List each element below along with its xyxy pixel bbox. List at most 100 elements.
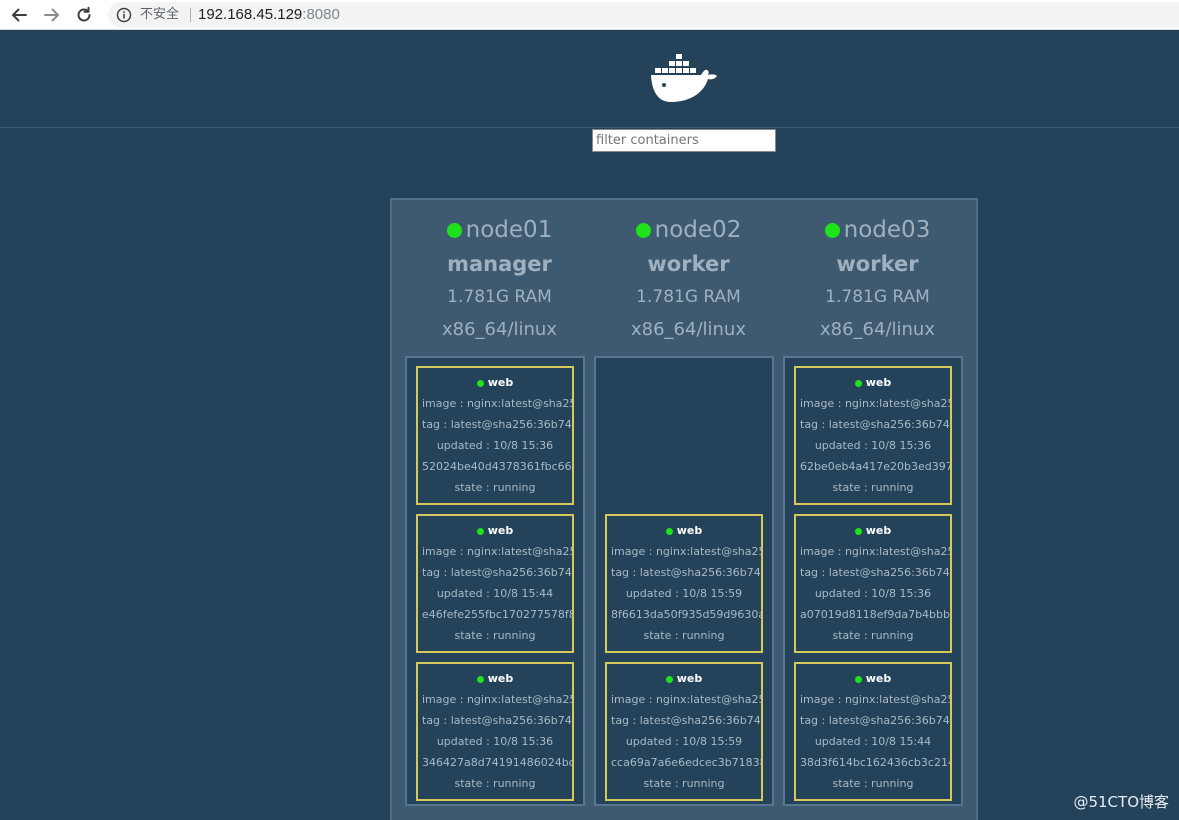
swarm-cluster: node01 manager 1.781G RAM x86_64/linux w… xyxy=(390,198,978,820)
container-id: a07019d8118ef9da7b4bbb xyxy=(800,608,950,621)
node-column-node02: node02 worker 1.781G RAM x86_64/linux we… xyxy=(594,212,783,806)
container-id: 38d3f614bc162436cb3c214 xyxy=(800,756,950,769)
container-stack: web image : nginx:latest@sha256: tag : l… xyxy=(405,356,585,806)
container-state: state : running xyxy=(832,777,914,790)
container-updated: updated : 10/8 15:44 xyxy=(814,735,932,748)
back-button[interactable] xyxy=(7,3,31,27)
forward-button[interactable] xyxy=(40,3,64,27)
container-state: state : running xyxy=(832,629,914,642)
node-role: manager xyxy=(447,252,552,276)
container-tag: tag : latest@sha256:36b744 xyxy=(800,714,950,727)
browser-toolbar: 不安全 192.168.45.129:8080 xyxy=(0,0,1179,30)
container-status-dot xyxy=(476,527,484,535)
container-updated: updated : 10/8 15:36 xyxy=(814,587,932,600)
address-bar[interactable]: 不安全 192.168.45.129:8080 xyxy=(108,2,1179,28)
container-card[interactable]: web image : nginx:latest@sha256: tag : l… xyxy=(605,662,763,801)
container-tag: tag : latest@sha256:36b744 xyxy=(422,566,572,579)
container-status-dot xyxy=(476,675,484,683)
node-role: worker xyxy=(836,252,919,276)
node-column-node01: node01 manager 1.781G RAM x86_64/linux w… xyxy=(405,212,594,806)
container-card[interactable]: web image : nginx:latest@sha256: tag : l… xyxy=(605,514,763,653)
container-tag: tag : latest@sha256:36b744 xyxy=(611,566,761,579)
container-state: state : running xyxy=(832,481,914,494)
node-status-dot xyxy=(635,222,651,238)
container-updated: updated : 10/8 15:59 xyxy=(625,735,743,748)
container-updated: updated : 10/8 15:59 xyxy=(625,587,743,600)
container-id: 62be0eb4a417e20b3ed397 xyxy=(800,460,950,473)
filter-containers-input[interactable] xyxy=(592,129,776,152)
container-name: web xyxy=(676,672,703,685)
container-name: web xyxy=(676,524,703,537)
container-tag: tag : latest@sha256:36b744 xyxy=(422,418,572,431)
container-updated: updated : 10/8 15:36 xyxy=(436,439,554,452)
container-image: image : nginx:latest@sha256: xyxy=(422,693,572,706)
url-port: :8080 xyxy=(302,6,340,23)
container-image: image : nginx:latest@sha256: xyxy=(800,545,950,558)
container-card[interactable]: web image : nginx:latest@sha256: tag : l… xyxy=(794,662,952,801)
container-status-dot xyxy=(854,527,862,535)
node-header: node03 worker 1.781G RAM x86_64/linux xyxy=(783,212,972,346)
container-name: web xyxy=(865,672,892,685)
container-tag: tag : latest@sha256:36b744 xyxy=(422,714,572,727)
node-os: x86_64/linux xyxy=(631,319,746,340)
node-ram: 1.781G RAM xyxy=(825,287,930,307)
node-os: x86_64/linux xyxy=(442,319,557,340)
node-ram: 1.781G RAM xyxy=(636,287,741,307)
container-id: 8f6613da50f935d59d9630a xyxy=(611,608,761,621)
container-image: image : nginx:latest@sha256: xyxy=(800,693,950,706)
container-image: image : nginx:latest@sha256: xyxy=(611,545,761,558)
container-name: web xyxy=(487,672,514,685)
security-label[interactable]: 不安全 xyxy=(140,6,179,24)
reload-icon xyxy=(75,6,93,24)
node-ram: 1.781G RAM xyxy=(447,287,552,307)
info-icon[interactable] xyxy=(116,7,132,23)
node-header: node02 worker 1.781G RAM x86_64/linux xyxy=(594,212,783,346)
container-id: cca69a7a6e6edcec3b71838 xyxy=(611,756,761,769)
container-image: image : nginx:latest@sha256: xyxy=(422,545,572,558)
node-name: node01 xyxy=(465,217,553,243)
container-card[interactable]: web image : nginx:latest@sha256: tag : l… xyxy=(416,366,574,505)
url-text[interactable]: 192.168.45.129:8080 xyxy=(198,5,340,25)
container-image: image : nginx:latest@sha256: xyxy=(611,693,761,706)
container-tag: tag : latest@sha256:36b744 xyxy=(800,566,950,579)
container-status-dot xyxy=(476,379,484,387)
node-status-dot xyxy=(446,222,462,238)
container-id: 52024be40d4378361fbc668 xyxy=(422,460,572,473)
container-card[interactable]: web image : nginx:latest@sha256: tag : l… xyxy=(416,662,574,801)
node-column-node03: node03 worker 1.781G RAM x86_64/linux we… xyxy=(783,212,972,806)
container-tag: tag : latest@sha256:36b744 xyxy=(611,714,761,727)
container-state: state : running xyxy=(454,777,536,790)
container-id: e46fefe255fbc170277578f8 xyxy=(422,608,572,621)
container-card[interactable]: web image : nginx:latest@sha256: tag : l… xyxy=(794,366,952,505)
watermark: @51CTO博客 xyxy=(1073,793,1169,811)
container-name: web xyxy=(865,376,892,389)
container-state: state : running xyxy=(643,629,725,642)
container-updated: updated : 10/8 15:36 xyxy=(814,439,932,452)
container-status-dot xyxy=(665,675,673,683)
node-status-dot xyxy=(824,222,840,238)
container-status-dot xyxy=(854,675,862,683)
container-image: image : nginx:latest@sha256: xyxy=(422,397,572,410)
node-os: x86_64/linux xyxy=(820,319,935,340)
container-card[interactable]: web image : nginx:latest@sha256: tag : l… xyxy=(416,514,574,653)
container-updated: updated : 10/8 15:44 xyxy=(436,587,554,600)
url-host: 192.168.45.129 xyxy=(198,6,303,23)
container-card[interactable]: web image : nginx:latest@sha256: tag : l… xyxy=(794,514,952,653)
container-id: 346427a8d74191486024bd xyxy=(422,756,572,769)
address-separator xyxy=(190,8,191,22)
node-name: node02 xyxy=(654,217,742,243)
container-status-dot xyxy=(854,379,862,387)
container-state: state : running xyxy=(643,777,725,790)
container-name: web xyxy=(865,524,892,537)
app-header xyxy=(0,31,1179,128)
container-name: web xyxy=(487,524,514,537)
container-name: web xyxy=(487,376,514,389)
container-status-dot xyxy=(665,527,673,535)
container-image: image : nginx:latest@sha256: xyxy=(800,397,950,410)
node-name: node03 xyxy=(843,217,931,243)
back-arrow-icon xyxy=(10,6,28,24)
container-stack: web image : nginx:latest@sha256: tag : l… xyxy=(594,356,774,806)
node-role: worker xyxy=(647,252,730,276)
container-tag: tag : latest@sha256:36b744 xyxy=(800,418,950,431)
reload-button[interactable] xyxy=(72,3,96,27)
